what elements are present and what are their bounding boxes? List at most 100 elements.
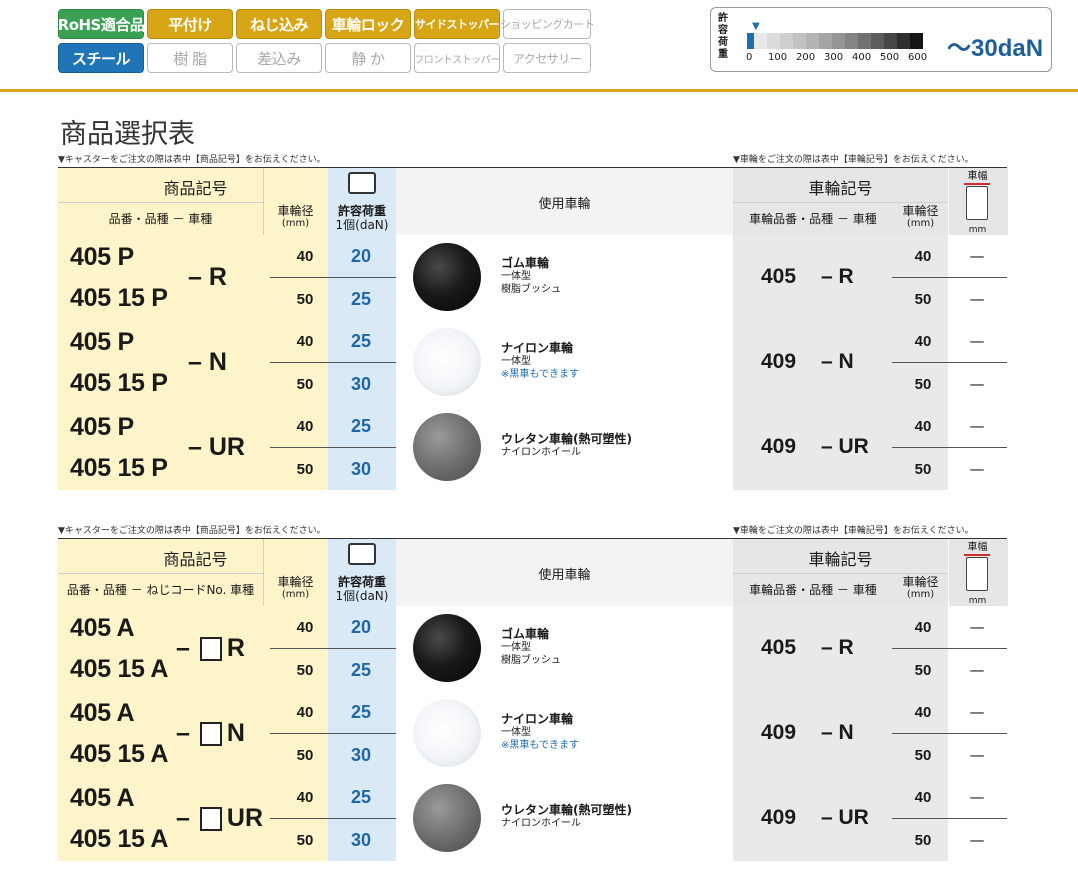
product-number: 405 A bbox=[70, 784, 135, 812]
product-number-15: 405 15 A bbox=[70, 740, 169, 768]
row-divider bbox=[892, 648, 1007, 649]
header-wheel-dia-unit: (mm) bbox=[906, 218, 935, 229]
badge-steel[interactable]: スチール bbox=[58, 43, 144, 73]
car-type-suffix: – UR bbox=[176, 804, 263, 833]
car-type: UR bbox=[226, 804, 264, 832]
header-wheel-code: 車輪記号 bbox=[808, 550, 873, 569]
wheel-width: — bbox=[969, 332, 985, 350]
load-scale-segment bbox=[767, 33, 780, 49]
load-value: 25 bbox=[350, 660, 372, 680]
wheel-name: ウレタン車輪(熱可塑性) bbox=[501, 432, 632, 446]
load-value: 20 bbox=[350, 617, 372, 637]
table-header: 商品記号 品番・品種 － ねじコードNo. 車種 車輪径 (mm) 許容荷重 1個(daN… bbox=[58, 538, 1008, 607]
load-scale-segment bbox=[910, 33, 923, 49]
row-divider bbox=[270, 447, 396, 448]
wheel-name: ナイロン車輪 bbox=[501, 712, 574, 726]
badge-wheel-lock[interactable]: 車輪ロック bbox=[325, 9, 411, 39]
wheel-width: — bbox=[969, 375, 985, 393]
urethane-wheel-image bbox=[413, 413, 481, 481]
load-tick-label: 600 bbox=[908, 52, 928, 63]
car-type-suffix: – R bbox=[188, 263, 227, 291]
header-wheel-sub: 車輪品番・品種 － 車種 bbox=[749, 583, 877, 597]
product-number: 405 A bbox=[70, 699, 135, 727]
wheel-diameter: 40 bbox=[914, 418, 932, 435]
car-type: N bbox=[226, 719, 245, 747]
wheel-number: 405 bbox=[761, 265, 797, 288]
badge-insert[interactable]: 差込み bbox=[236, 43, 322, 73]
wheel-diameter: 40 bbox=[296, 619, 314, 636]
page-title: 商品選択表 bbox=[60, 119, 195, 150]
wheel-number: 409 bbox=[761, 350, 797, 373]
badge-quiet[interactable]: 静 か bbox=[325, 43, 411, 73]
header-load-unit: 1個(daN) bbox=[335, 218, 389, 232]
load-scale-segment bbox=[793, 33, 806, 49]
wheel-width: — bbox=[969, 831, 985, 849]
load-value: 25 bbox=[350, 416, 372, 436]
load-value: 20 bbox=[350, 246, 372, 266]
wheel-width: — bbox=[969, 460, 985, 478]
header-wheel-used: 使用車輪 bbox=[538, 197, 591, 212]
wheel-diameter: 50 bbox=[296, 376, 314, 393]
wheel-description: ナイロン車輪 一体型 ※黒車もできます bbox=[501, 341, 579, 381]
load-label: 許 容 荷 重 bbox=[718, 13, 728, 60]
header-divider bbox=[0, 89, 1078, 92]
product-number: 405 P bbox=[70, 243, 134, 271]
load-scale-segment bbox=[747, 33, 754, 49]
badge-screw-in[interactable]: ねじ込み bbox=[236, 9, 322, 39]
table-row: 405 P 405 15 P – R 40 50 20 25 ゴム車輪 一体型 樹脂ブッシュ 405… bbox=[58, 235, 1007, 320]
wheel-spec-note: ※黒車もできます bbox=[501, 369, 579, 380]
wheel-description: ゴム車輪 一体型 樹脂ブッシュ bbox=[501, 627, 561, 667]
load-scale-segment bbox=[806, 33, 819, 49]
badge-rohs[interactable]: RoHS適合品 bbox=[58, 9, 145, 39]
product-number-15: 405 15 P bbox=[70, 369, 168, 397]
load-scale-segment bbox=[897, 33, 910, 49]
wheel-type: – UR bbox=[821, 435, 869, 458]
header-diameter: 車輪径 bbox=[277, 575, 314, 589]
header-product-sub: 品番・品種 － ねじコードNo. 車種 bbox=[66, 583, 255, 597]
wheel-width: — bbox=[969, 703, 985, 721]
load-scale-segment bbox=[754, 33, 767, 49]
width-arrow-icon bbox=[964, 183, 990, 185]
header-product-sub: 品番・品種 － 車種 bbox=[108, 212, 213, 226]
badge-side-stopper[interactable]: サイドストッパー bbox=[414, 9, 500, 39]
wheel-width: — bbox=[969, 247, 985, 265]
load-value: 25 bbox=[350, 331, 372, 351]
wheel-diameter: 50 bbox=[296, 291, 314, 308]
badge-accessory[interactable]: アクセサリー bbox=[503, 43, 591, 73]
header-wheel-dia-unit: (mm) bbox=[906, 589, 935, 600]
product-number-15: 405 15 P bbox=[70, 284, 168, 312]
table-row: 405 A 405 15 A – R 40 50 20 25 ゴム車輪 一体型 樹脂ブッシュ 405–… bbox=[58, 606, 1007, 691]
car-type-suffix: – N bbox=[176, 719, 245, 748]
order-note-wheel: ▼車輪をご注文の際は表中【車輪記号】をお伝えください。 bbox=[733, 155, 974, 165]
load-scale-segment bbox=[884, 33, 897, 49]
rubber-wheel-image bbox=[413, 243, 481, 311]
wheel-spec: ナイロンホイール bbox=[501, 818, 581, 829]
order-note-product: ▼キャスターをご注文の際は表中【商品記号】をお伝えください。 bbox=[58, 526, 326, 536]
header-diameter: 車輪径 bbox=[277, 204, 314, 218]
wheel-description: ウレタン車輪(熱可塑性) ナイロンホイール bbox=[501, 803, 632, 830]
car-type-suffix: – UR bbox=[188, 433, 245, 461]
load-tick-label: 300 bbox=[824, 52, 844, 63]
wheel-diameter: 50 bbox=[914, 832, 932, 849]
badge-front-stopper[interactable]: フロントストッパー bbox=[414, 43, 500, 73]
wheel-diameter: 50 bbox=[296, 662, 314, 679]
wheel-type: – N bbox=[821, 350, 854, 373]
dash: – bbox=[176, 719, 190, 747]
wheel-spec: ナイロンホイール bbox=[501, 447, 581, 458]
load-scale-segment bbox=[819, 33, 832, 49]
badge-flat-mount[interactable]: 平付け bbox=[147, 9, 233, 39]
header-product-code: 商品記号 bbox=[163, 550, 228, 569]
weight-icon bbox=[348, 543, 376, 565]
header-load: 許容荷重 bbox=[337, 204, 386, 218]
product-number-15: 405 15 P bbox=[70, 454, 168, 482]
wheel-number: 409 bbox=[761, 806, 797, 829]
wheel-diameter: 50 bbox=[914, 747, 932, 764]
header-load: 許容荷重 bbox=[337, 575, 386, 589]
wheel-name: ナイロン車輪 bbox=[501, 341, 574, 355]
wheel-diameter: 50 bbox=[914, 291, 932, 308]
wheel-spec: 一体型 bbox=[501, 356, 531, 367]
badge-shopping-cart[interactable]: ショッピングカート bbox=[500, 9, 595, 39]
badge-resin[interactable]: 樹 脂 bbox=[147, 43, 233, 73]
header-divider-line bbox=[58, 202, 263, 203]
header-diameter-unit: (mm) bbox=[281, 589, 310, 600]
